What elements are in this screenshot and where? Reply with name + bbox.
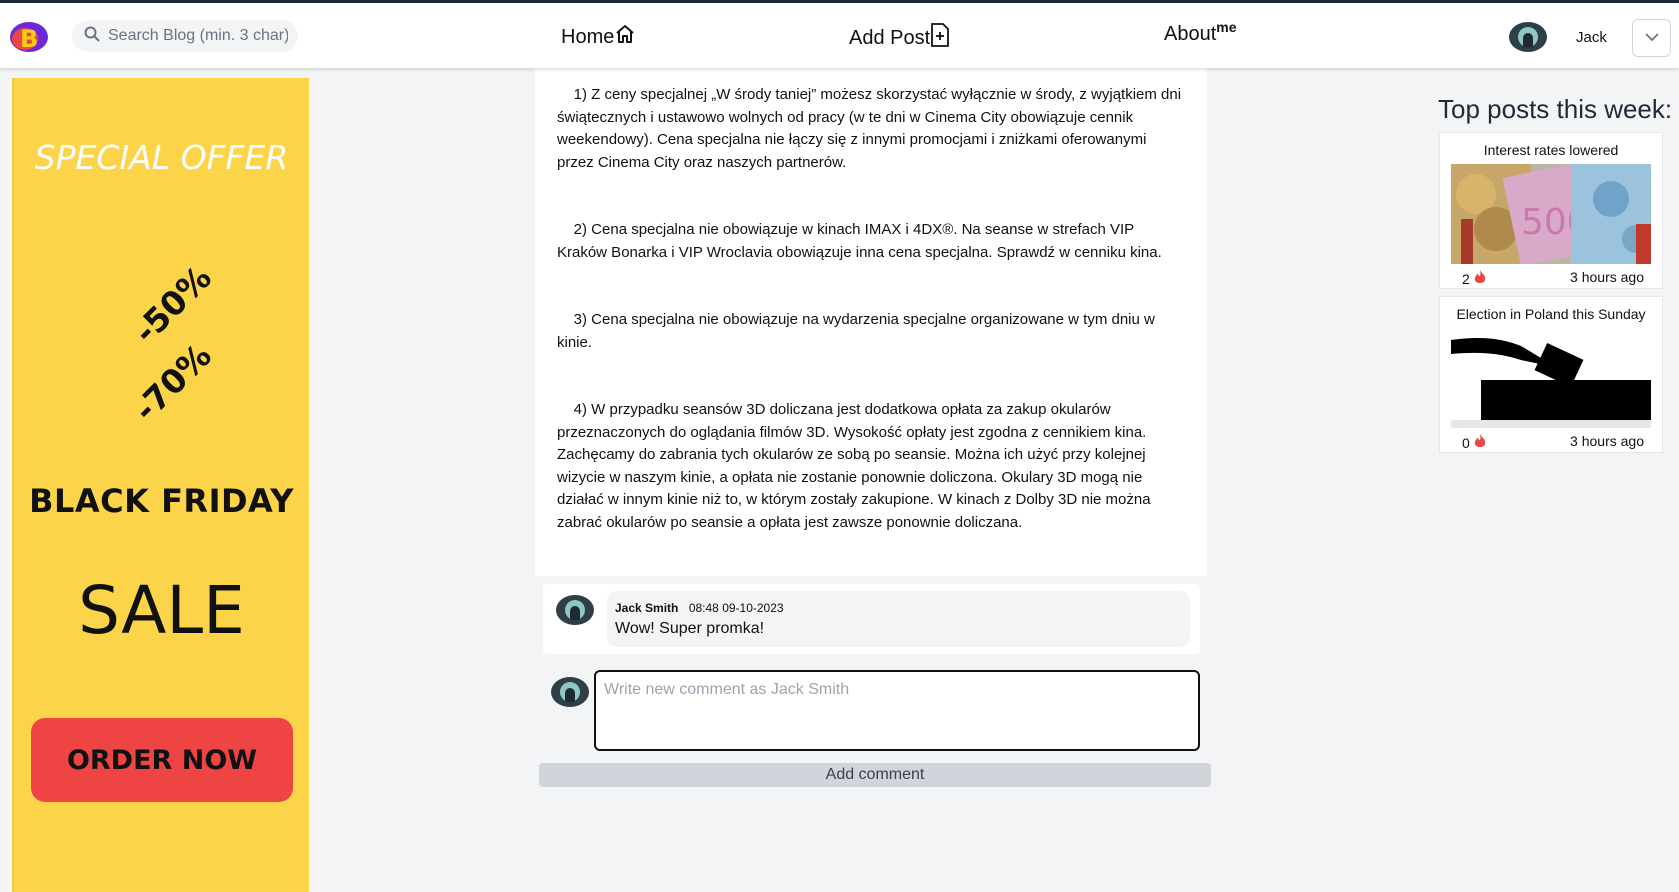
fire-icon — [1473, 433, 1487, 452]
nav-about-label: About — [1164, 23, 1217, 45]
ad-discount-70: -70% — [125, 335, 219, 430]
post-content: 1) Z ceny specjalnej „W środy taniej” mo… — [535, 68, 1207, 576]
comment-date: 08:48 09-10-2023 — [688, 601, 784, 615]
top-posts-title: Top posts this week: — [1438, 94, 1673, 124]
file-plus-icon — [930, 23, 950, 53]
search-input[interactable] — [108, 27, 288, 45]
comment-author: Jack Smith — [615, 601, 679, 615]
search-bar[interactable] — [72, 20, 298, 52]
top-post-time: 3 hours ago — [1570, 269, 1644, 285]
new-comment-input[interactable] — [594, 670, 1200, 751]
blog-logo[interactable]: B — [9, 20, 49, 54]
top-post-card[interactable]: Election in Poland this Sunday 0 3 hours… — [1439, 296, 1663, 453]
post-paragraph: 4) W przypadku seansów 3D doliczana jest… — [557, 401, 1151, 531]
comment-avatar — [556, 595, 594, 625]
top-post-card[interactable]: Interest rates lowered 500 2 3 hours ago — [1439, 132, 1663, 289]
like-count: 2 — [1462, 270, 1470, 287]
add-comment-button[interactable]: Add comment — [539, 763, 1211, 787]
black-friday-ad[interactable]: SPECIAL OFFER -50% -70% BLACK FRIDAY SAL… — [12, 78, 309, 892]
svg-text:B: B — [20, 25, 38, 53]
left-ad-column: SPECIAL OFFER -50% -70% BLACK FRIDAY SAL… — [0, 68, 318, 892]
top-post-title[interactable]: Election in Poland this Sunday — [1440, 306, 1662, 322]
comment-text: Wow! Super promka! — [615, 620, 765, 637]
nav-add-post-label: Add Post — [849, 26, 931, 49]
top-post-meta: 2 3 hours ago — [1462, 269, 1644, 288]
top-post-likes[interactable]: 2 — [1462, 269, 1487, 288]
fire-icon — [1473, 269, 1487, 288]
user-menu-dropdown-button[interactable] — [1632, 19, 1671, 57]
post-paragraph: 3) Cena specjalna nie obowiązuje na wyda… — [557, 311, 1155, 351]
top-navbar: B Home Add Post Aboutme Jack — [0, 0, 1679, 68]
nav-home-label: Home — [561, 25, 615, 48]
post-paragraph: 1) Z ceny specjalnej „W środy taniej” mo… — [557, 86, 1182, 171]
ad-discount-50: -50% — [125, 257, 219, 352]
house-icon — [614, 23, 636, 51]
top-post-title[interactable]: Interest rates lowered — [1440, 142, 1662, 158]
user-avatar[interactable] — [1509, 22, 1547, 52]
top-post-likes[interactable]: 0 — [1462, 433, 1487, 452]
ad-special-offer: SPECIAL OFFER — [34, 138, 289, 177]
top-post-time: 3 hours ago — [1570, 433, 1644, 449]
right-sidebar: Top posts this week: Interest rates lowe… — [1430, 68, 1679, 892]
chevron-down-icon — [1644, 29, 1659, 47]
post-paragraph: 2) Cena specjalna nie obowiązuje w kinac… — [557, 221, 1162, 261]
like-count: 0 — [1462, 434, 1470, 451]
search-icon — [84, 26, 100, 47]
top-post-image[interactable]: 500 — [1451, 164, 1651, 264]
ad-order-now-button[interactable]: ORDER NOW — [31, 718, 293, 802]
nav-add-post-link[interactable]: Add Post — [849, 23, 950, 53]
user-name[interactable]: Jack — [1576, 29, 1607, 46]
comment: Jack Smith 08:48 09-10-2023 Wow! Super p… — [543, 584, 1200, 654]
comment-bubble: Jack Smith 08:48 09-10-2023 Wow! Super p… — [607, 591, 1190, 647]
nav-about-sup: me — [1216, 18, 1237, 35]
nav-about-link[interactable]: About me — [1164, 19, 1237, 46]
top-post-meta: 0 3 hours ago — [1462, 433, 1644, 452]
new-comment-avatar — [551, 677, 589, 707]
top-post-image[interactable] — [1451, 328, 1651, 428]
ad-sale: SALE — [78, 572, 245, 649]
ad-black-friday: BLACK FRIDAY — [29, 482, 294, 520]
nav-home-link[interactable]: Home — [561, 23, 636, 51]
